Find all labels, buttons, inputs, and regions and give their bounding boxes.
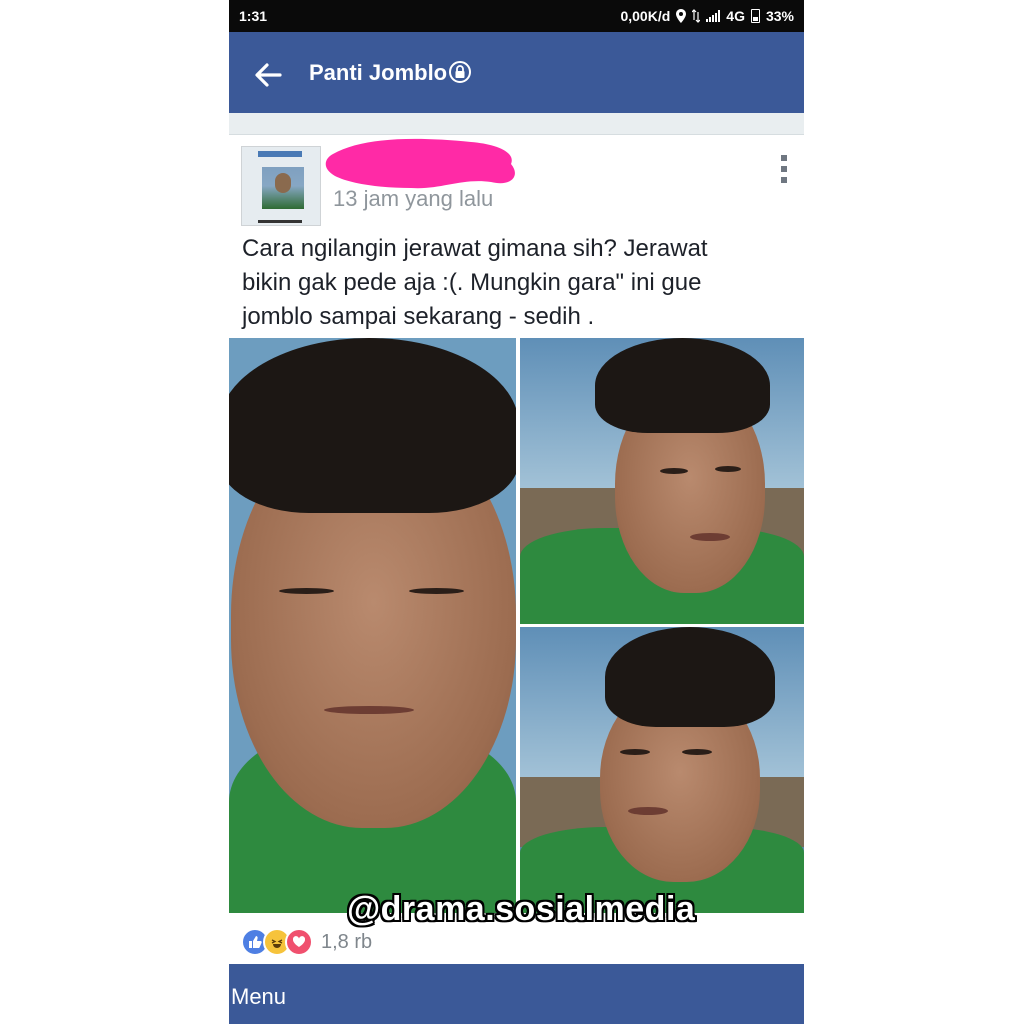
watermark: @drama.sosialmedia: [347, 890, 696, 928]
status-time: 1:31: [239, 8, 268, 24]
back-arrow-icon[interactable]: [253, 60, 283, 90]
data-arrows-icon: [692, 9, 701, 23]
battery-level: 33%: [765, 8, 794, 24]
location-icon: [676, 9, 687, 23]
status-icons: 0,00K/d 4G 33%: [620, 8, 794, 24]
love-icon: [285, 928, 313, 956]
post-timestamp[interactable]: 13 jam yang lalu: [333, 186, 493, 212]
post-photo-side-right[interactable]: [520, 338, 804, 624]
more-options-icon[interactable]: [779, 155, 789, 183]
bottom-menu-bar: Menu: [229, 964, 804, 1024]
status-bar: 1:31 0,00K/d 4G 33%: [229, 0, 804, 32]
network-speed: 0,00K/d: [620, 8, 671, 24]
post-photo-front[interactable]: [229, 338, 516, 913]
group-title[interactable]: Panti Jomblo: [309, 60, 472, 86]
network-type: 4G: [726, 8, 745, 24]
lock-icon: [449, 61, 472, 83]
battery-icon: [750, 9, 760, 23]
name-redaction: [325, 138, 515, 189]
author-avatar[interactable]: [241, 146, 321, 226]
menu-button[interactable]: Menu: [231, 984, 286, 1010]
app-bar: Panti Jomblo: [229, 32, 804, 113]
post-text: Cara ngilangin jerawat gimana sih? Jeraw…: [242, 235, 708, 330]
reaction-count: 1,8 rb: [321, 930, 373, 953]
post-photo-side-left[interactable]: [520, 627, 804, 913]
reactions-summary[interactable]: 1,8 rb: [241, 928, 372, 956]
group-name: Panti Jomblo: [309, 60, 448, 85]
signal-icon: [706, 10, 721, 22]
phone-screen: 1:31 0,00K/d 4G 33% Panti Jomblo 13 jam …: [229, 0, 804, 1024]
